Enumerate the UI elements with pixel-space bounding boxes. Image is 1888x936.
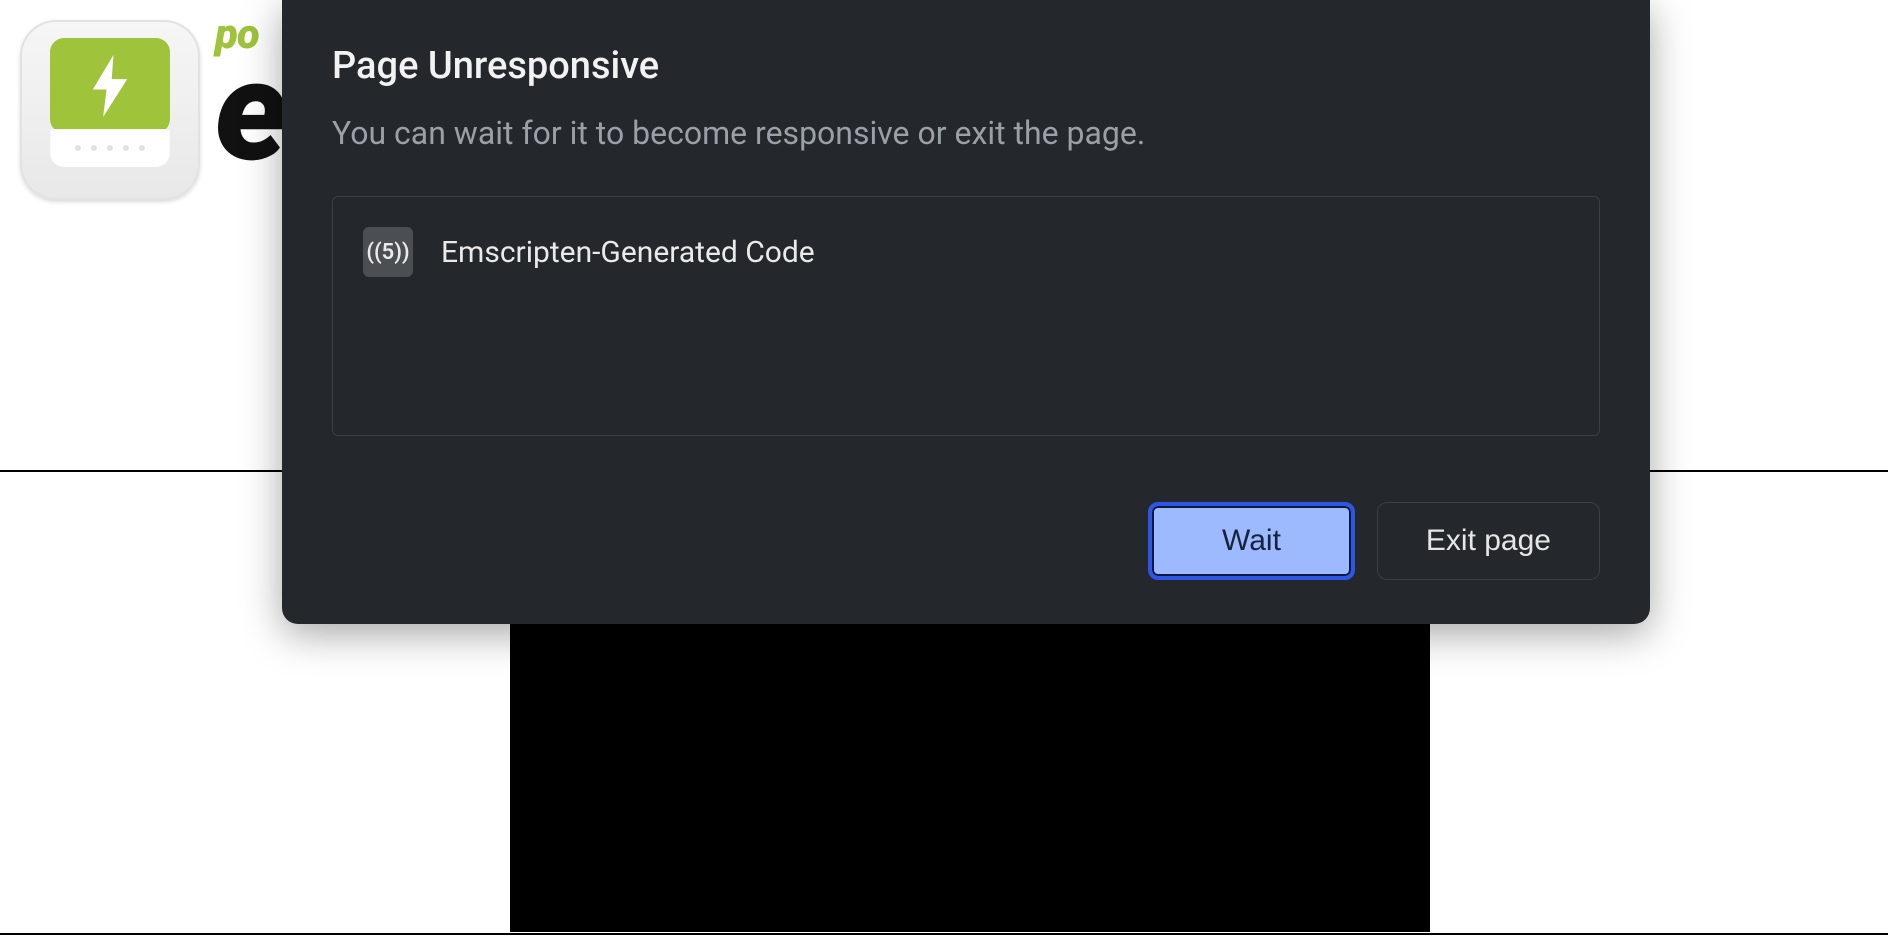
dot-icon <box>139 145 145 151</box>
divider <box>0 933 1888 935</box>
wordmark: po e <box>215 20 283 175</box>
favicon-icon: ((5)) <box>363 227 413 277</box>
dot-icon <box>123 145 129 151</box>
logo-top <box>50 38 170 133</box>
logo-bottom <box>50 129 170 167</box>
dot-icon <box>75 145 81 151</box>
dialog-subtitle: You can wait for it to become responsive… <box>332 114 1600 152</box>
exit-page-button[interactable]: Exit page <box>1377 502 1600 580</box>
lightning-icon <box>89 55 131 117</box>
wordmark-emscripten: e <box>215 49 283 175</box>
dot-icon <box>107 145 113 151</box>
page-root: po e Fullscreen Page Unresponsive You ca… <box>0 0 1888 936</box>
emscripten-logo <box>20 20 200 200</box>
unresponsive-page-item: ((5)) Emscripten-Generated Code <box>363 227 1569 277</box>
dialog-title: Page Unresponsive <box>332 44 1600 88</box>
page-unresponsive-dialog: Page Unresponsive You can wait for it to… <box>282 0 1650 624</box>
dialog-button-row: Wait Exit page <box>332 502 1600 580</box>
unresponsive-pages-list: ((5)) Emscripten-Generated Code <box>332 196 1600 436</box>
wait-button[interactable]: Wait <box>1148 502 1355 580</box>
dot-icon <box>91 145 97 151</box>
unresponsive-page-label: Emscripten-Generated Code <box>441 235 815 270</box>
